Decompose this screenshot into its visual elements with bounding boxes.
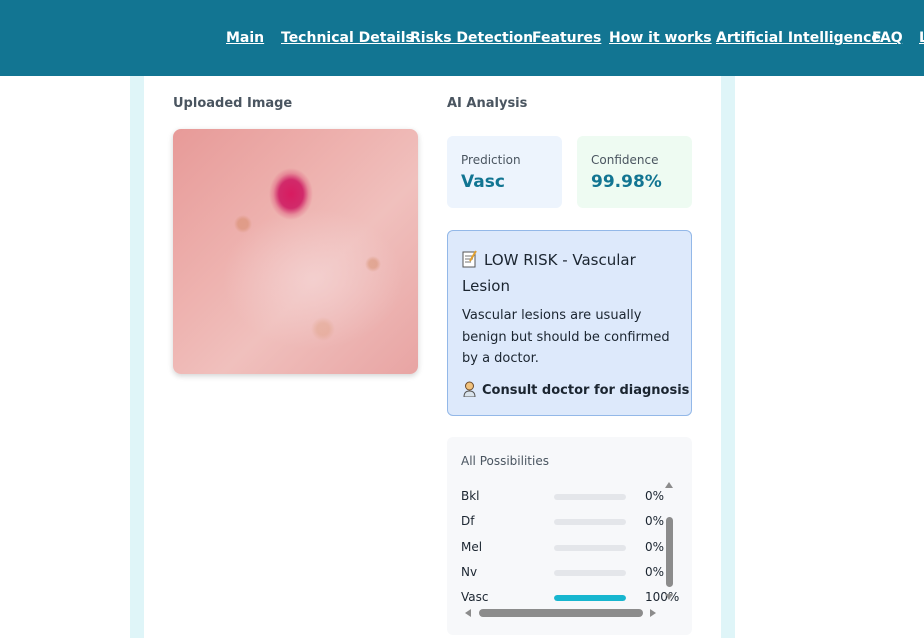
possibility-percent: 0% [645,489,665,503]
top-navigation-bar: Main Technical Details Risks Detection F… [0,0,924,76]
confidence-card: Confidence 99.98% [577,136,692,208]
risk-description: Vascular lesions are usually benign but … [462,308,670,366]
risk-action-label: Consult doctor for diagnosis [482,383,690,398]
scroll-up-arrow-icon[interactable] [665,482,673,488]
possibilities-panel[interactable]: All Possibilities Bkl 0% Df 0% Mel 0% Nv 0% Vasc… [447,437,692,635]
prediction-value: Vasc [461,172,505,192]
horizontal-scrollbar-thumb[interactable] [479,609,643,617]
memo-icon [462,250,478,268]
possibility-percent: 0% [645,540,665,554]
possibility-bar-track [554,519,626,525]
possibility-bar-track [554,494,626,500]
possibility-name: Nv [461,565,478,579]
risk-title: LOW RISK - Vascular Lesion [462,251,636,295]
nav-link-risks-detection[interactable]: Risks Detection [410,30,533,46]
possibilities-title: All Possibilities [461,454,549,468]
risk-action: Consult doctor for diagnosis [462,381,689,398]
nav-link-main[interactable]: Main [226,30,264,46]
possibility-bar-track [554,595,626,601]
vertical-scrollbar-thumb[interactable] [666,517,673,587]
ai-analysis-title: AI Analysis [447,96,528,111]
nav-link-truncated[interactable]: L [919,30,924,46]
possibility-row-vasc: Vasc 100% [461,590,679,606]
nav-link-faq[interactable]: FAQ [872,30,903,46]
scroll-down-arrow-icon[interactable] [665,594,673,600]
possibility-name: Df [461,514,475,528]
prediction-card: Prediction Vasc [447,136,562,208]
uploaded-image-title: Uploaded Image [173,96,293,111]
scroll-right-arrow-icon[interactable] [650,609,656,617]
possibility-bar-fill [554,595,626,601]
nav-link-how-it-works[interactable]: How it works [609,30,712,46]
nav-link-artificial-intelligence[interactable]: Artificial Intelligence [716,30,881,46]
possibility-row-bkl: Bkl 0% [461,489,666,505]
possibility-percent: 100% [645,590,680,604]
possibility-name: Mel [461,540,483,554]
possibility-row-nv: Nv 0% [461,565,666,581]
nav-link-features[interactable]: Features [532,30,601,46]
uploaded-skin-image [173,129,418,374]
nav-link-technical-details[interactable]: Technical Details [281,30,414,46]
possibility-row-df: Df 0% [461,514,666,530]
confidence-label: Confidence [591,153,659,167]
prediction-label: Prediction [461,153,521,167]
possibility-bar-track [554,545,626,551]
risk-card: LOW RISK - Vascular Lesion Vascular lesi… [447,230,692,416]
risk-heading: LOW RISK - Vascular Lesion [462,247,682,299]
confidence-value: 99.98% [591,172,662,192]
possibility-bar-track [554,570,626,576]
scroll-left-arrow-icon[interactable] [465,609,471,617]
possibility-name: Bkl [461,489,480,503]
possibility-percent: 0% [645,565,665,579]
possibility-name: Vasc [461,590,489,604]
doctor-icon [462,381,477,398]
possibility-row-mel: Mel 0% [461,540,666,556]
possibility-percent: 0% [645,514,665,528]
